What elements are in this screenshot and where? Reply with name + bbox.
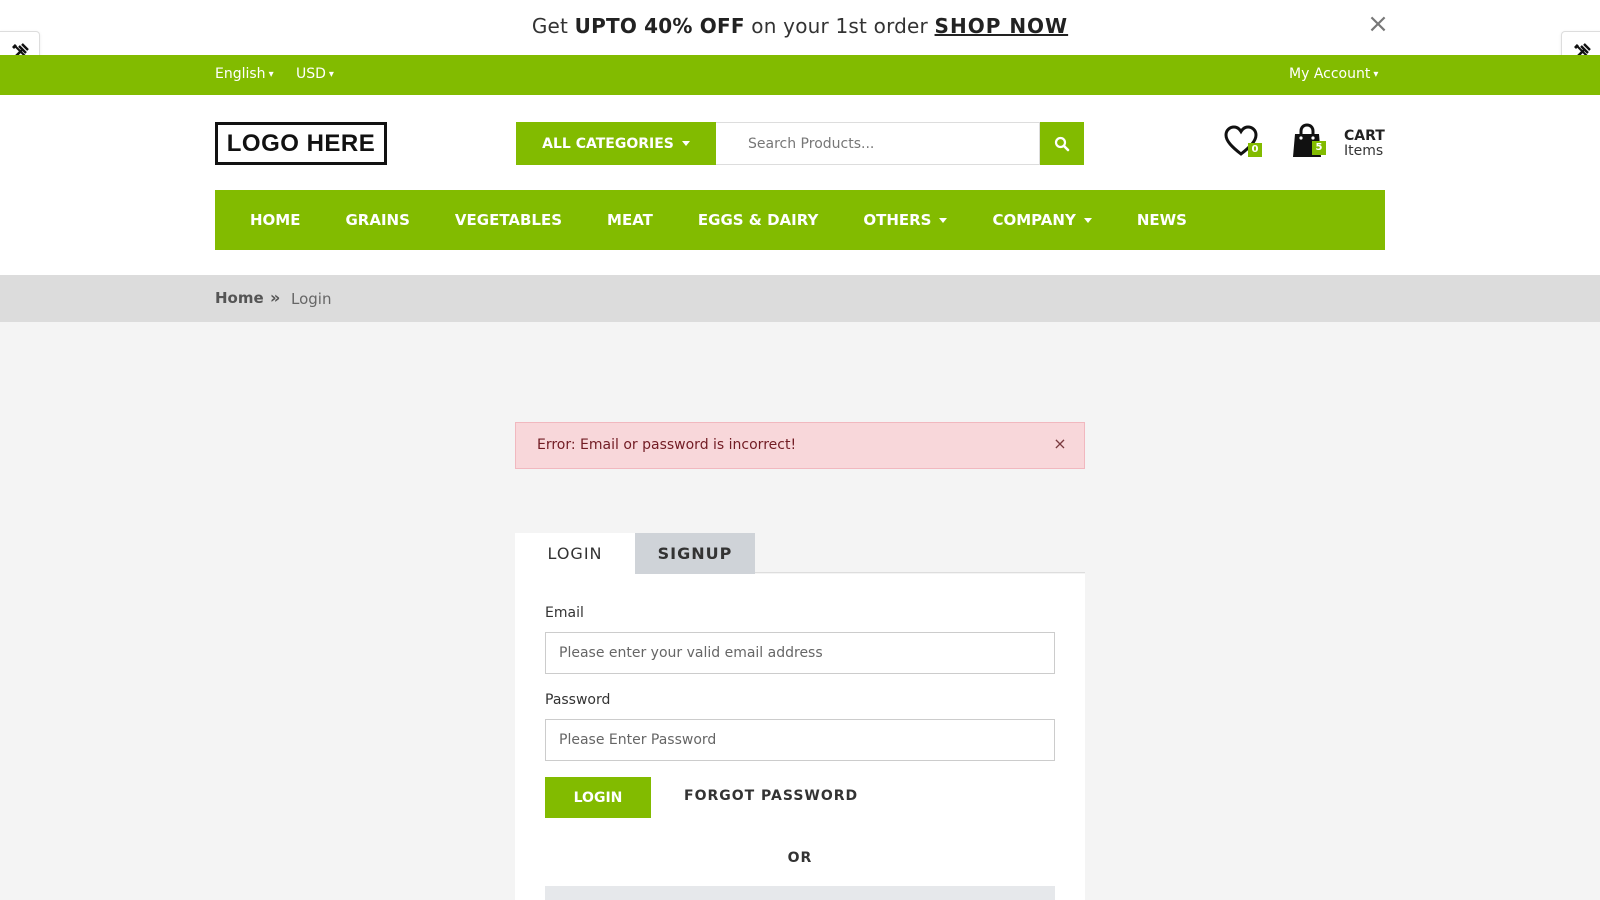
my-account-menu[interactable]: My Account ▾: [1289, 66, 1378, 82]
nav-label: MEAT: [607, 211, 653, 229]
main-nav: HOME GRAINS VEGETABLES MEAT EGGS & DAIRY…: [215, 190, 1385, 250]
header: LOGO HERE ALL CATEGORIES 0 5 CART Items …: [0, 95, 1600, 275]
nav-item-company[interactable]: COMPANY: [992, 211, 1092, 229]
email-field[interactable]: [545, 632, 1055, 674]
nav-label: OTHERS: [863, 211, 932, 229]
chevron-down-icon: ▾: [1373, 69, 1379, 80]
promo-discount: UPTO 40% OFF: [574, 14, 745, 38]
social-login-button[interactable]: [545, 886, 1055, 900]
wishlist-button[interactable]: 0: [1224, 125, 1264, 165]
currency-select[interactable]: USD ▾: [296, 66, 334, 82]
promo-close-icon[interactable]: ×: [1366, 11, 1390, 37]
search-icon: [1054, 136, 1070, 151]
caret-down-icon: [939, 217, 948, 223]
search-input[interactable]: [716, 122, 1040, 165]
nav-item-eggs-dairy[interactable]: EGGS & DAIRY: [698, 211, 818, 229]
cart-summary[interactable]: CART Items: [1344, 129, 1385, 159]
logo[interactable]: LOGO HERE: [215, 122, 387, 165]
caret-down-icon: [681, 141, 690, 146]
nav-label: VEGETABLES: [454, 211, 563, 229]
currency-label: USD: [296, 66, 326, 82]
error-alert: Error: Email or password is incorrect! ×: [515, 422, 1085, 469]
tab-signup[interactable]: SIGNUP: [635, 533, 755, 574]
wishlist-count-badge: 0: [1248, 143, 1262, 157]
all-categories-button[interactable]: ALL CATEGORIES: [516, 122, 716, 165]
cart-items-label: Items: [1344, 143, 1384, 159]
nav-label: GRAINS: [345, 211, 410, 229]
alert-close-icon[interactable]: ×: [1052, 436, 1068, 452]
cart-label: CART: [1344, 128, 1385, 144]
shop-now-link[interactable]: SHOP NOW: [935, 14, 1069, 38]
caret-down-icon: [1083, 217, 1092, 223]
search-button[interactable]: [1040, 122, 1084, 165]
password-field[interactable]: [545, 719, 1055, 761]
nav-item-news[interactable]: NEWS: [1137, 211, 1187, 229]
my-account-label: My Account: [1289, 66, 1371, 82]
language-select[interactable]: English ▾: [215, 66, 274, 82]
password-label: Password: [545, 692, 611, 708]
all-categories-label: ALL CATEGORIES: [542, 135, 674, 152]
breadcrumb-separator-icon: »: [270, 288, 281, 307]
tab-login[interactable]: LOGIN: [515, 533, 635, 574]
email-label: Email: [545, 605, 584, 621]
promo-get: Get: [531, 14, 575, 38]
or-divider: OR: [787, 850, 813, 866]
promo-text: Get UPTO 40% OFF on your 1st order SHOP …: [0, 14, 1600, 38]
chevron-down-icon: ▾: [268, 69, 274, 80]
top-bar: English ▾ USD ▾ My Account ▾: [0, 55, 1600, 95]
nav-item-others[interactable]: OTHERS: [863, 211, 948, 229]
breadcrumb: Home » Login: [0, 275, 1600, 322]
nav-label: NEWS: [1136, 211, 1187, 229]
nav-item-meat[interactable]: MEAT: [607, 211, 653, 229]
chevron-down-icon: ▾: [328, 69, 334, 80]
nav-label: COMPANY: [992, 211, 1076, 229]
nav-item-home[interactable]: HOME: [250, 211, 300, 229]
promo-middle-text: on your 1st order: [744, 14, 935, 38]
forgot-password-link[interactable]: FORGOT PASSWORD: [684, 788, 858, 804]
error-message: Error: Email or password is incorrect!: [537, 437, 797, 453]
language-label: English: [215, 66, 266, 82]
nav-label: EGGS & DAIRY: [697, 211, 819, 229]
breadcrumb-home-link[interactable]: Home: [215, 289, 264, 307]
tab-divider: [755, 572, 1085, 573]
login-form: Email Password LOGIN FORGOT PASSWORD OR: [515, 574, 1085, 900]
nav-item-vegetables[interactable]: VEGETABLES: [455, 211, 562, 229]
promo-bar: Get UPTO 40% OFF on your 1st order SHOP …: [0, 0, 1600, 55]
cart-icon-button[interactable]: 5: [1292, 123, 1328, 163]
breadcrumb-current: Login: [291, 290, 332, 308]
nav-label: HOME: [250, 211, 301, 229]
login-button[interactable]: LOGIN: [545, 777, 651, 818]
nav-item-grains[interactable]: GRAINS: [345, 211, 409, 229]
cart-count-badge: 5: [1312, 141, 1326, 155]
